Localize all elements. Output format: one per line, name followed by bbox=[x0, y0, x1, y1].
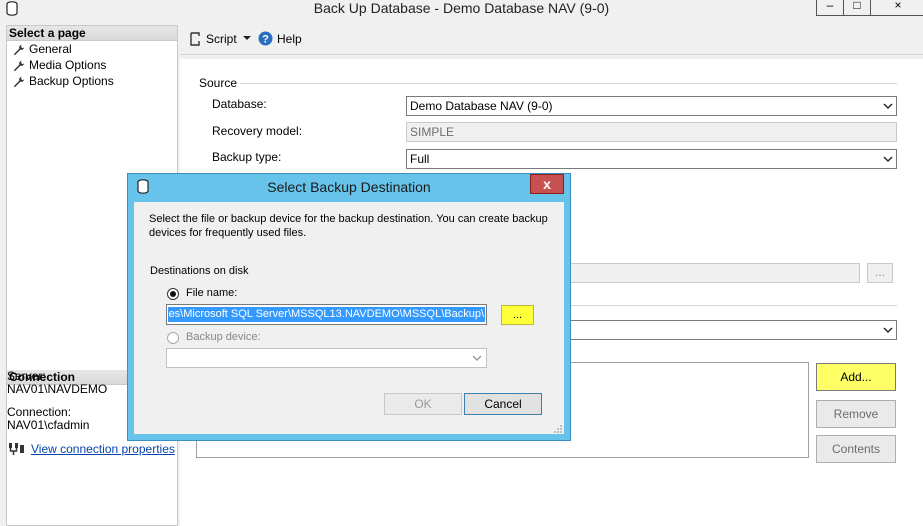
backup-type-select[interactable]: Full bbox=[406, 149, 897, 169]
backup-device-radio[interactable] bbox=[167, 332, 179, 344]
backup-device-label[interactable]: Backup device: bbox=[186, 331, 261, 343]
divider bbox=[566, 305, 897, 306]
server-value: NAV01\NAVDEMO bbox=[7, 382, 108, 396]
page-item-label: Media Options bbox=[29, 58, 107, 72]
cancel-button[interactable]: Cancel bbox=[464, 393, 542, 415]
page-item-label: Backup Options bbox=[29, 74, 114, 88]
browse-button: ... bbox=[867, 263, 893, 283]
back-up-to-select[interactable] bbox=[568, 320, 897, 340]
database-label: Database: bbox=[212, 97, 267, 111]
connection-value: NAV01\cfadmin bbox=[7, 418, 90, 432]
database-value: Demo Database NAV (9-0) bbox=[410, 99, 553, 113]
chevron-down-icon bbox=[883, 103, 893, 109]
file-browse-button[interactable]: ... bbox=[501, 305, 534, 325]
chevron-down-icon bbox=[883, 327, 893, 333]
database-select[interactable]: Demo Database NAV (9-0) bbox=[406, 96, 897, 116]
minimize-button[interactable]: – bbox=[816, 0, 844, 16]
wrench-icon bbox=[13, 76, 25, 87]
source-group-label: Source bbox=[199, 76, 238, 90]
ok-button[interactable]: OK bbox=[384, 393, 462, 415]
contents-button[interactable]: Contents bbox=[816, 435, 896, 463]
help-button[interactable]: ? Help bbox=[258, 31, 302, 46]
file-name-input[interactable]: es\Microsoft SQL Server\MSSQL13.NAVDEMO\… bbox=[166, 304, 487, 325]
window-title: Back Up Database - Demo Database NAV (9-… bbox=[313, 0, 610, 16]
add-button[interactable]: Add... bbox=[816, 363, 896, 391]
view-connection-properties[interactable]: View connection properties bbox=[7, 442, 175, 456]
chevron-down-icon[interactable] bbox=[243, 33, 251, 43]
script-label: Script bbox=[206, 32, 237, 46]
dialog-close-button[interactable]: x bbox=[530, 174, 564, 194]
script-button[interactable]: Script bbox=[188, 32, 237, 46]
select-page-header: Select a page bbox=[7, 26, 177, 41]
script-icon bbox=[190, 32, 200, 46]
connection-icon bbox=[9, 443, 24, 455]
recovery-model-field: SIMPLE bbox=[406, 122, 897, 142]
page-item-general[interactable]: General bbox=[13, 42, 72, 57]
dialog-description: Select the file or backup device for the… bbox=[149, 213, 548, 239]
destinations-on-disk-label: Destinations on disk bbox=[150, 265, 249, 277]
help-label: Help bbox=[277, 31, 302, 46]
chevron-down-icon bbox=[883, 156, 893, 162]
page-item-media-options[interactable]: Media Options bbox=[13, 58, 106, 73]
wrench-icon bbox=[13, 44, 25, 55]
backup-type-label: Backup type: bbox=[212, 150, 282, 164]
wrench-icon bbox=[13, 60, 25, 71]
toolbar: Script ? Help bbox=[180, 25, 923, 55]
disabled-field bbox=[568, 263, 860, 283]
resize-grip-icon[interactable] bbox=[553, 424, 563, 434]
file-name-radio[interactable] bbox=[167, 288, 179, 300]
svg-text:?: ? bbox=[262, 34, 269, 46]
page-item-label: General bbox=[29, 42, 72, 56]
file-name-label[interactable]: File name: bbox=[186, 287, 237, 299]
chevron-down-icon bbox=[472, 355, 482, 361]
divider bbox=[240, 83, 897, 84]
close-button[interactable]: × bbox=[870, 0, 923, 16]
file-name-value: es\Microsoft SQL Server\MSSQL13.NAVDEMO\… bbox=[168, 308, 484, 320]
maximize-button[interactable]: □ bbox=[843, 0, 871, 16]
recovery-model-label: Recovery model: bbox=[212, 124, 303, 138]
backup-type-value: Full bbox=[410, 152, 430, 166]
page-item-backup-options[interactable]: Backup Options bbox=[13, 74, 114, 89]
dialog-title: Select Backup Destination bbox=[267, 179, 431, 195]
backup-device-select[interactable] bbox=[166, 348, 487, 368]
help-icon: ? bbox=[258, 31, 273, 46]
view-connection-link[interactable]: View connection properties bbox=[31, 442, 175, 456]
remove-button[interactable]: Remove bbox=[816, 400, 896, 428]
